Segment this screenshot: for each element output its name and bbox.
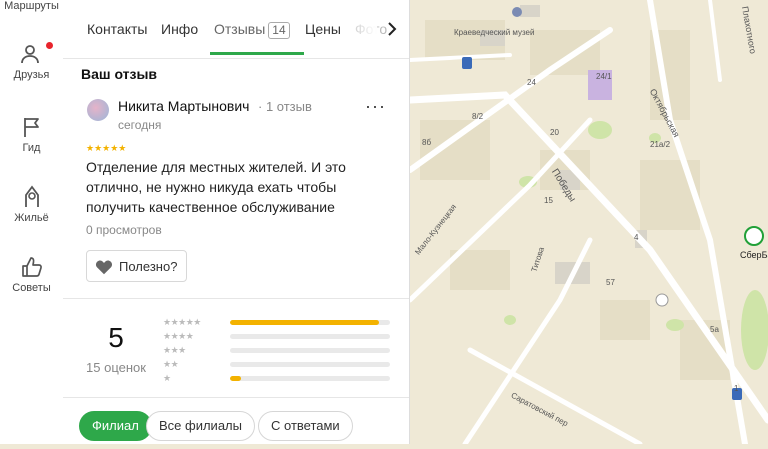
rail-routes-label: Маршруты [4,0,59,12]
place-panel: Контакты Инфо Отзывы14 Цены Фото Ваш отз… [63,0,410,444]
my-review-title: Ваш отзыв [81,66,158,82]
chevron-right-icon[interactable] [387,22,397,36]
map-house-number: 1 [734,384,739,393]
rail-routes[interactable]: Маршруты [0,0,63,12]
heart-icon [95,260,113,275]
rating-distribution-row: ★ [163,372,393,384]
helpful-label: Полезно? [119,259,178,274]
rail-housing[interactable]: Жильё [0,183,63,224]
filter-branch-chip[interactable]: Филиал [79,411,152,441]
rating-row-stars: ★ [163,373,171,383]
rating-distribution-row: ★★ [163,358,393,370]
review-stars: ★★★★★ [86,143,127,153]
rail-guide[interactable]: Гид [0,115,63,154]
flag-icon [23,118,39,137]
map[interactable]: Краеведческий музей Октябрьская Плахотно… [406,0,768,447]
map-house-number: 15 [544,196,553,205]
map-house-number: 24 [527,78,536,87]
housing-icon [24,185,39,207]
filter-with-replies-chip[interactable]: С ответами [258,411,353,441]
reviews-count-badge: 14 [268,22,290,39]
active-tab-underline [210,52,304,55]
notification-dot [46,42,53,49]
left-rail: Маршруты Друзья Гид Жильё Советы [0,0,64,444]
tab-reviews[interactable]: Отзывы 14 [214,21,290,39]
tab-info[interactable]: Инфо [161,21,198,37]
tab-prices[interactable]: Цены [305,21,341,37]
map-house-number: 20 [550,128,559,137]
rating-bar [230,362,390,367]
rating-bar [230,376,390,381]
divider [63,397,409,398]
rating-bar-fill [230,376,242,381]
avatar[interactable] [87,99,109,121]
map-label-museum: Краеведческий музей [454,28,535,37]
rail-tips-label: Советы [12,282,51,294]
tab-reviews-label: Отзывы [214,21,266,37]
map-label-sberbank[interactable]: СберБа [740,250,768,260]
friends-icon [20,45,39,64]
helpful-button[interactable]: Полезно? [86,250,187,282]
rail-friends[interactable]: Друзья [0,42,63,81]
rating-bar [230,334,390,339]
map-house-number: 8б [422,138,432,147]
rating-bar-fill [230,320,379,325]
map-house-number: 5а [710,325,719,334]
tab-bar: Контакты Инфо Отзывы14 Цены Фото [63,0,409,59]
rating-row-stars: ★★★★ [163,331,194,341]
rating-distribution-row: ★★★ [163,344,393,356]
review-date: сегодня [118,118,162,132]
rating-value: 5 [108,322,124,353]
map-house-number: 8/2 [472,112,484,121]
map-house-number: 4 [634,233,639,242]
review-text: Отделение для местных жителей. И это отл… [86,159,346,215]
review-author-meta: · 1 отзыв [258,99,312,114]
rating-row-stars: ★★★★★ [163,317,201,327]
rating-bar [230,348,390,353]
map-house-number: 57 [606,278,615,287]
rail-housing-label: Жильё [14,212,49,224]
rating-distribution-row: ★★★★★ [163,316,393,328]
tab-contacts[interactable]: Контакты [87,21,147,37]
review-author[interactable]: Никита Мартынович [118,98,249,114]
filter-all-branches-chip[interactable]: Все филиалы [146,411,255,441]
more-options-icon[interactable]: ··· [365,97,386,115]
map-house-number: 24/1 [596,72,612,81]
rating-bar [230,320,390,325]
rating-distribution-row: ★★★★ [163,330,393,342]
rail-tips[interactable]: Советы [0,255,63,294]
thumbs-up-icon [21,257,42,277]
map-canvas[interactable] [406,0,768,447]
tabs-fade [343,0,377,57]
divider [63,298,409,299]
rating-row-stars: ★★★ [163,345,186,355]
rating-count: 15 оценок [86,360,146,375]
review-views: 0 просмотров [86,223,162,237]
map-house-number: 21а/2 [650,140,671,149]
rating-row-stars: ★★ [163,359,179,369]
rail-friends-label: Друзья [13,69,50,81]
rail-guide-label: Гид [22,142,41,154]
